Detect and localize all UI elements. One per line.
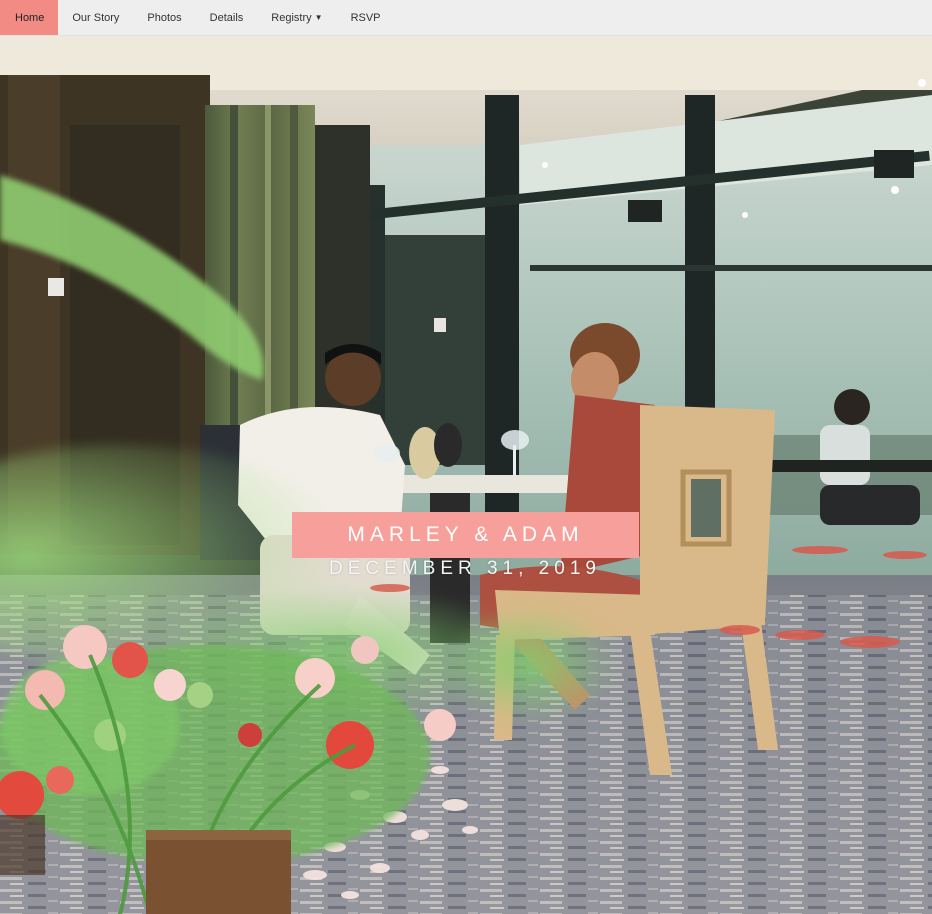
couple-names-title: MARLEY & ADAM <box>347 523 584 546</box>
nav-registry-dropdown[interactable]: Registry ▼ <box>257 0 336 35</box>
nav-photos-link[interactable]: Photos <box>133 0 195 35</box>
nav-registry-label: Registry <box>271 11 312 24</box>
hero-background-photo <box>0 35 932 914</box>
nav-details-link[interactable]: Details <box>196 0 258 35</box>
hero-section: MARLEY & ADAM DECEMBER 31, 2019 <box>0 35 932 914</box>
nav-our-story-link[interactable]: Our Story <box>58 0 133 35</box>
nav-home-link[interactable]: Home <box>0 0 59 35</box>
couple-names-banner: MARLEY & ADAM <box>292 512 639 558</box>
nav-rsvp-link[interactable]: RSVP <box>337 0 395 35</box>
caret-down-icon: ▼ <box>314 13 323 22</box>
top-navbar: Home Our Story Photos Details Registry ▼… <box>0 0 932 36</box>
wedding-date: DECEMBER 31, 2019 <box>329 558 601 579</box>
